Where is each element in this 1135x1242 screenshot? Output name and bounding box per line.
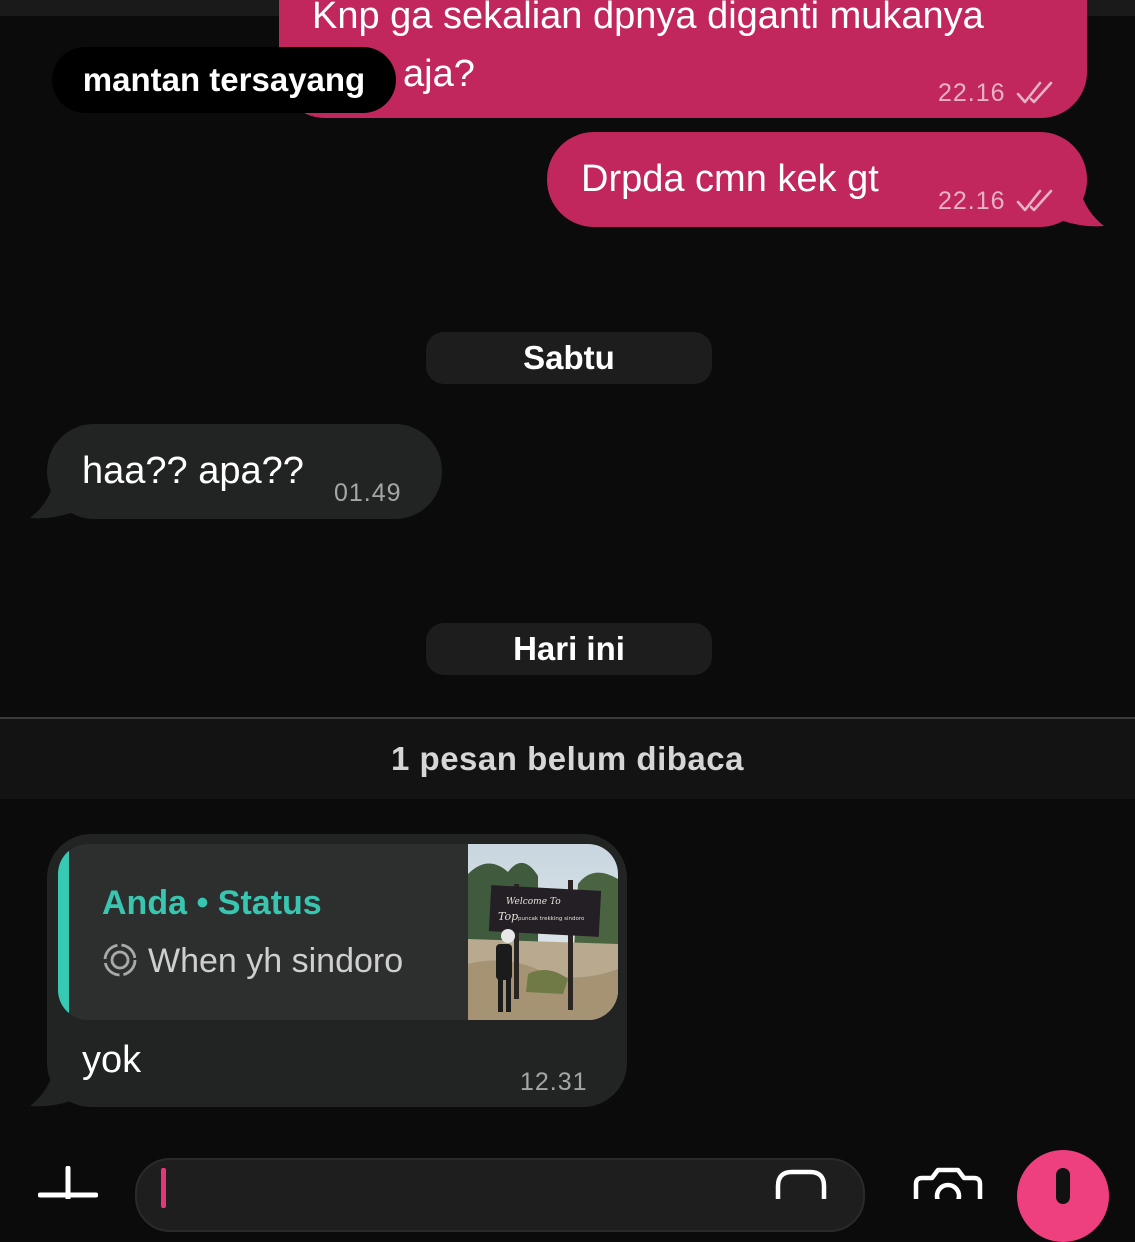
date-separator: Sabtu	[426, 332, 712, 384]
message-text-line1: Knp ga sekalian dpnya diganti mukanya	[312, 0, 984, 37]
message-text: Drpda cmn kek gt	[581, 158, 879, 200]
message-time: 12.31	[520, 1068, 588, 1096]
contact-name-chip[interactable]: mantan tersayang	[52, 47, 396, 113]
message-text: yok	[82, 1039, 142, 1081]
message-text-line2: aja?	[403, 53, 475, 95]
text-cursor	[161, 1168, 166, 1208]
unread-messages-banner: 1 pesan belum dibaca	[0, 717, 1135, 799]
quote-accent-bar	[58, 844, 69, 1020]
quote-text: When yh sindoro	[148, 942, 404, 980]
quote-author: Anda • Status	[102, 884, 322, 922]
status-ring-icon	[103, 943, 137, 977]
thumbnail-sign-line2: Top	[498, 910, 518, 923]
message-time: 01.49	[334, 479, 402, 507]
microphone-button[interactable]	[1017, 1150, 1109, 1242]
thumbnail-sign-line3: puncak trekking sindoro	[518, 916, 585, 922]
camera-icon[interactable]	[912, 1166, 984, 1199]
microphone-icon	[1056, 1168, 1070, 1204]
thumbnail-sign-line1: Welcome To	[506, 897, 561, 907]
status-reply-quote[interactable]: Anda • Status When yh sindoro Welcome To…	[58, 844, 618, 1020]
message-time: 22.16	[938, 187, 1006, 215]
double-check-icon	[1016, 81, 1053, 104]
message-text: haa?? apa??	[82, 450, 304, 492]
message-input[interactable]	[135, 1158, 865, 1232]
sticker-icon[interactable]	[772, 1168, 830, 1199]
date-separator: Hari ini	[426, 623, 712, 675]
message-time: 22.16	[938, 79, 1006, 107]
double-check-icon	[1016, 189, 1053, 212]
status-thumbnail: Welcome To Top puncak trekking sindoro	[468, 844, 618, 1020]
plus-icon[interactable]	[38, 1166, 98, 1199]
